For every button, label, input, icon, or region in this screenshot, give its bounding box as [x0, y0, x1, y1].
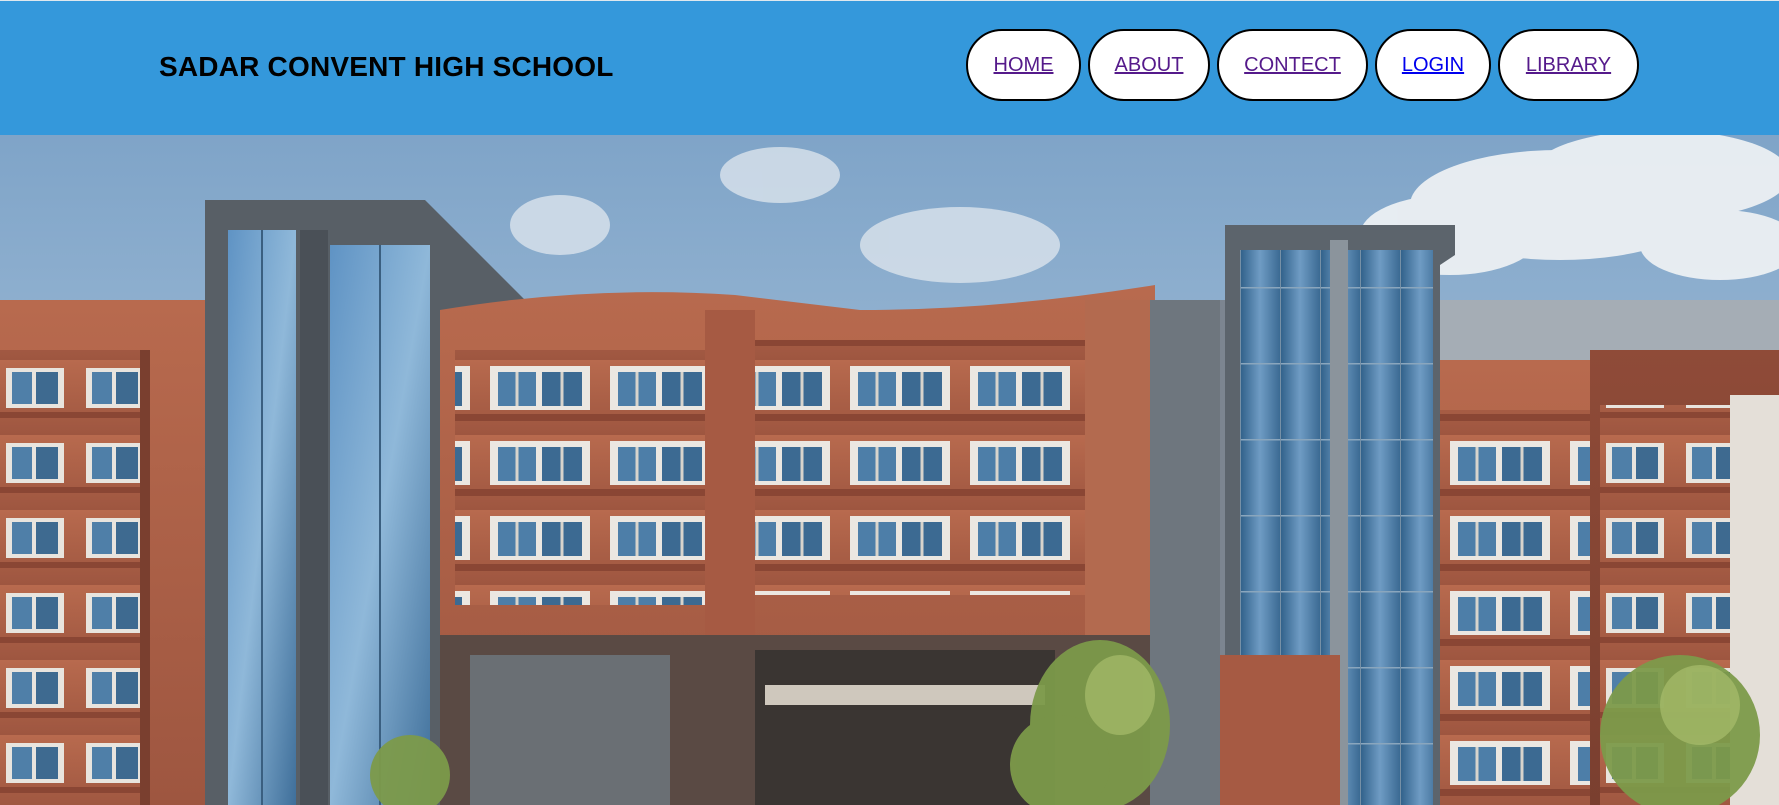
top-navbar: SADAR CONVENT HIGH SCHOOL HOME ABOUT CON…: [0, 0, 1779, 135]
nav-menu: HOME ABOUT CONTECT LOGIN LIBRARY: [966, 29, 1639, 101]
nav-item-library[interactable]: LIBRARY: [1498, 29, 1639, 101]
nav-link-login[interactable]: LOGIN: [1402, 54, 1464, 77]
nav-link-about[interactable]: ABOUT: [1115, 54, 1184, 77]
nav-item-home[interactable]: HOME: [966, 29, 1081, 101]
site-title: SADAR CONVENT HIGH SCHOOL: [159, 51, 614, 82]
nav-item-login[interactable]: LOGIN: [1375, 29, 1491, 101]
hero-school-building-image: [0, 135, 1779, 805]
nav-item-about[interactable]: ABOUT: [1088, 29, 1210, 101]
nav-link-library[interactable]: LIBRARY: [1526, 54, 1611, 77]
nav-item-contect[interactable]: CONTECT: [1217, 29, 1368, 101]
nav-link-contect[interactable]: CONTECT: [1244, 54, 1341, 77]
nav-link-home[interactable]: HOME: [994, 54, 1054, 77]
